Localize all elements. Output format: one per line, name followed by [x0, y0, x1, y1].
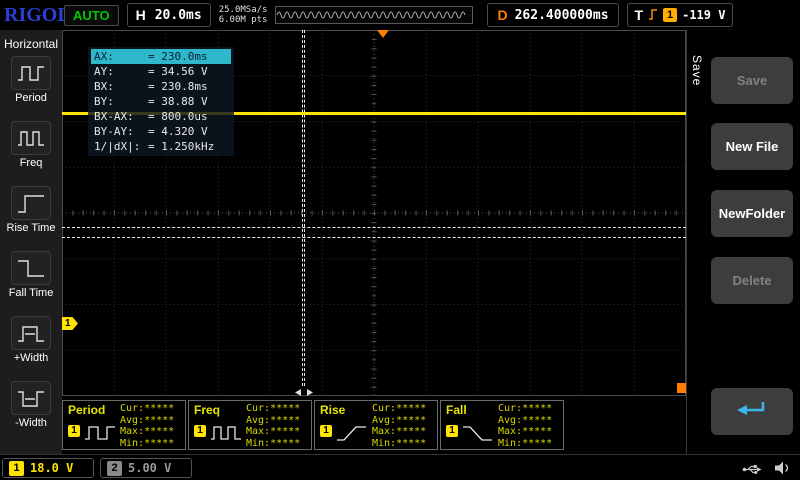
minus-width-icon: [11, 381, 51, 415]
freq-icon: [11, 121, 51, 155]
trigger-level-marker-icon[interactable]: [677, 383, 686, 393]
delay-label: D: [497, 7, 508, 23]
sidebar-item-plus-width[interactable]: +Width: [0, 316, 62, 364]
new-file-button[interactable]: New File: [711, 123, 793, 170]
trigger-label: T: [634, 7, 644, 23]
cursor-handle-icon[interactable]: [295, 382, 313, 401]
cursor-row-ay: AY: = 34.56 V: [94, 65, 208, 78]
trigger-readout[interactable]: T 1 -119 V: [626, 3, 734, 27]
ch1-badge: 1: [68, 425, 80, 437]
fall-measure-icon: [462, 423, 494, 447]
horizontal-timebase-readout[interactable]: H 20.0ms: [126, 3, 211, 27]
cursor-row-ax: AX: = 230.0ms: [91, 49, 231, 64]
period-measure-icon: [84, 423, 116, 447]
sample-rate: 25.0MSa/s: [218, 5, 268, 15]
rise-measure-icon: [336, 423, 368, 447]
bottom-status-bar: 1 18.0 V 2 5.00 V: [0, 454, 800, 480]
sidebar-item-period[interactable]: Period: [0, 56, 62, 104]
cursor-row-inv-dx: 1/|dX|: = 1.250kHz: [94, 140, 215, 153]
plus-width-icon: [11, 316, 51, 350]
timebase-value: 20.0ms: [154, 7, 202, 23]
trigger-source-badge: 1: [663, 8, 678, 22]
ch1-number-badge: 1: [9, 460, 24, 476]
ch2-status[interactable]: 2 5.00 V: [100, 458, 192, 478]
measure-box-fall[interactable]: Fall 1 Cur:***** Avg:***** Max:***** Min…: [440, 400, 564, 450]
measure-box-period[interactable]: Period 1 Cur:***** Avg:***** Max:***** M…: [62, 400, 186, 450]
measure-stats: Cur:***** Avg:***** Max:***** Min:*****: [120, 403, 175, 449]
trigger-position-marker-icon[interactable]: [377, 30, 389, 38]
memory-depth: 6.00M pts: [218, 15, 268, 25]
cursor-ax-line[interactable]: [302, 30, 303, 386]
cursor-by-line[interactable]: [62, 237, 686, 238]
cursor-row-by: BY: = 38.88 V: [94, 95, 208, 108]
cursor-readout-panel: AX: = 230.0ms AY: = 34.56 V BX: = 230.8m…: [88, 47, 234, 156]
measure-stats: Cur:***** Avg:***** Max:***** Min:*****: [498, 403, 553, 449]
measure-stats: Cur:***** Avg:***** Max:***** Min:*****: [372, 403, 427, 449]
oscilloscope-screen: RIGOL AUTO H 20.0ms 25.0MSa/s 6.00M pts …: [0, 0, 800, 480]
cursor-bx-line[interactable]: [304, 30, 305, 386]
ch2-scale-value: 5.00 V: [128, 461, 172, 475]
sidebar-item-fall-time[interactable]: Fall Time: [0, 251, 62, 299]
waveform-overview-strip[interactable]: [275, 6, 474, 24]
cursor-row-bx: BX: = 230.8ms: [94, 80, 208, 93]
measurement-row: Period 1 Cur:***** Avg:***** Max:***** M…: [62, 400, 564, 450]
menu-tab-save: Save: [690, 55, 704, 87]
acquisition-info: 25.0MSa/s 6.00M pts: [219, 5, 268, 25]
cursor-row-byay: BY-AY: = 4.320 V: [94, 125, 208, 138]
new-folder-button[interactable]: NewFolder: [711, 190, 793, 237]
fall-time-icon: [11, 251, 51, 285]
delay-readout[interactable]: D 262.400000ms: [487, 3, 619, 27]
ch1-badge: 1: [194, 425, 206, 437]
save-button[interactable]: Save: [711, 57, 793, 104]
ch1-badge: 1: [446, 425, 458, 437]
measure-stats: Cur:***** Avg:***** Max:***** Min:*****: [246, 403, 301, 449]
sidebar-item-rise-time[interactable]: Rise Time: [0, 186, 62, 234]
return-button[interactable]: [711, 388, 793, 435]
delay-value: 262.400000ms: [514, 7, 609, 23]
sidebar-item-minus-width[interactable]: -Width: [0, 381, 62, 429]
freq-measure-icon: [210, 423, 242, 447]
measure-menu-title: Horizontal: [3, 37, 59, 51]
return-arrow-icon: [734, 397, 770, 426]
cursor-row-bxax: BX-AX: = 800.0us: [94, 110, 208, 123]
measure-box-freq[interactable]: Freq 1 Cur:***** Avg:***** Max:***** Min…: [188, 400, 312, 450]
speaker-icon: [775, 460, 790, 479]
rise-time-icon: [11, 186, 51, 220]
ch2-number-badge: 2: [107, 460, 122, 476]
cursor-ay-line[interactable]: [62, 227, 686, 228]
delete-button[interactable]: Delete: [711, 257, 793, 304]
run-mode-badge: AUTO: [64, 4, 119, 26]
waveform-display-area: 1 AX: = 230.0ms AY: = 34.56 V BX: = 230.…: [62, 30, 686, 396]
measure-box-rise[interactable]: Rise 1 Cur:***** Avg:***** Max:***** Min…: [314, 400, 438, 450]
rising-edge-icon: [648, 6, 658, 25]
sidebar-item-freq[interactable]: Freq: [0, 121, 62, 169]
rigol-logo: RIGOL: [4, 3, 71, 26]
overview-waveform-icon: [277, 11, 466, 19]
top-status-bar: RIGOL AUTO H 20.0ms 25.0MSa/s 6.00M pts …: [0, 0, 800, 30]
horizontal-label: H: [135, 7, 146, 23]
trigger-level-value: -119 V: [682, 8, 726, 22]
save-soft-menu: Save Save New File NewFolder Delete: [686, 30, 800, 454]
measure-menu-sidebar: Horizontal Period Freq Rise Time Fall Ti…: [0, 30, 62, 454]
ch1-status[interactable]: 1 18.0 V: [2, 458, 94, 478]
ch1-badge: 1: [320, 425, 332, 437]
usb-icon: [742, 461, 762, 480]
ch1-scale-value: 18.0 V: [30, 461, 74, 475]
period-icon: [11, 56, 51, 90]
